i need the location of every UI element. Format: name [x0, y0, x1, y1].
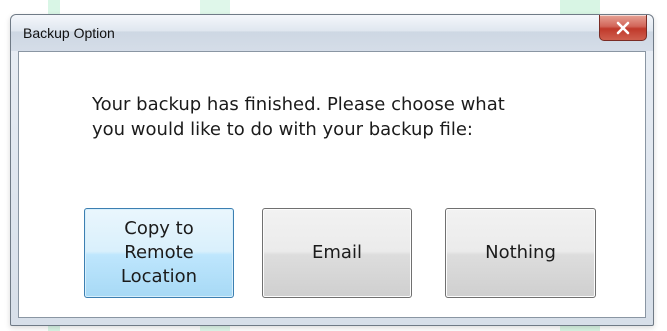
email-button[interactable]: Email	[262, 208, 412, 298]
window-title: Backup Option	[23, 25, 115, 41]
close-button[interactable]	[599, 15, 647, 41]
copy-to-remote-location-button[interactable]: Copy to Remote Location	[84, 208, 234, 298]
nothing-button[interactable]: Nothing	[445, 208, 596, 298]
close-x-icon	[616, 21, 630, 34]
nothing-label: Nothing	[485, 242, 556, 263]
dialog-content: Your backup has finished. Please choose …	[18, 51, 646, 318]
title-bar[interactable]: Backup Option	[11, 15, 653, 51]
email-label: Email	[312, 242, 362, 263]
copy-to-remote-location-label: Copy to Remote Location	[120, 218, 198, 287]
backup-option-dialog: Backup Option Your backup has finished. …	[10, 14, 654, 326]
backup-finished-message: Your backup has finished. Please choose …	[92, 94, 505, 140]
